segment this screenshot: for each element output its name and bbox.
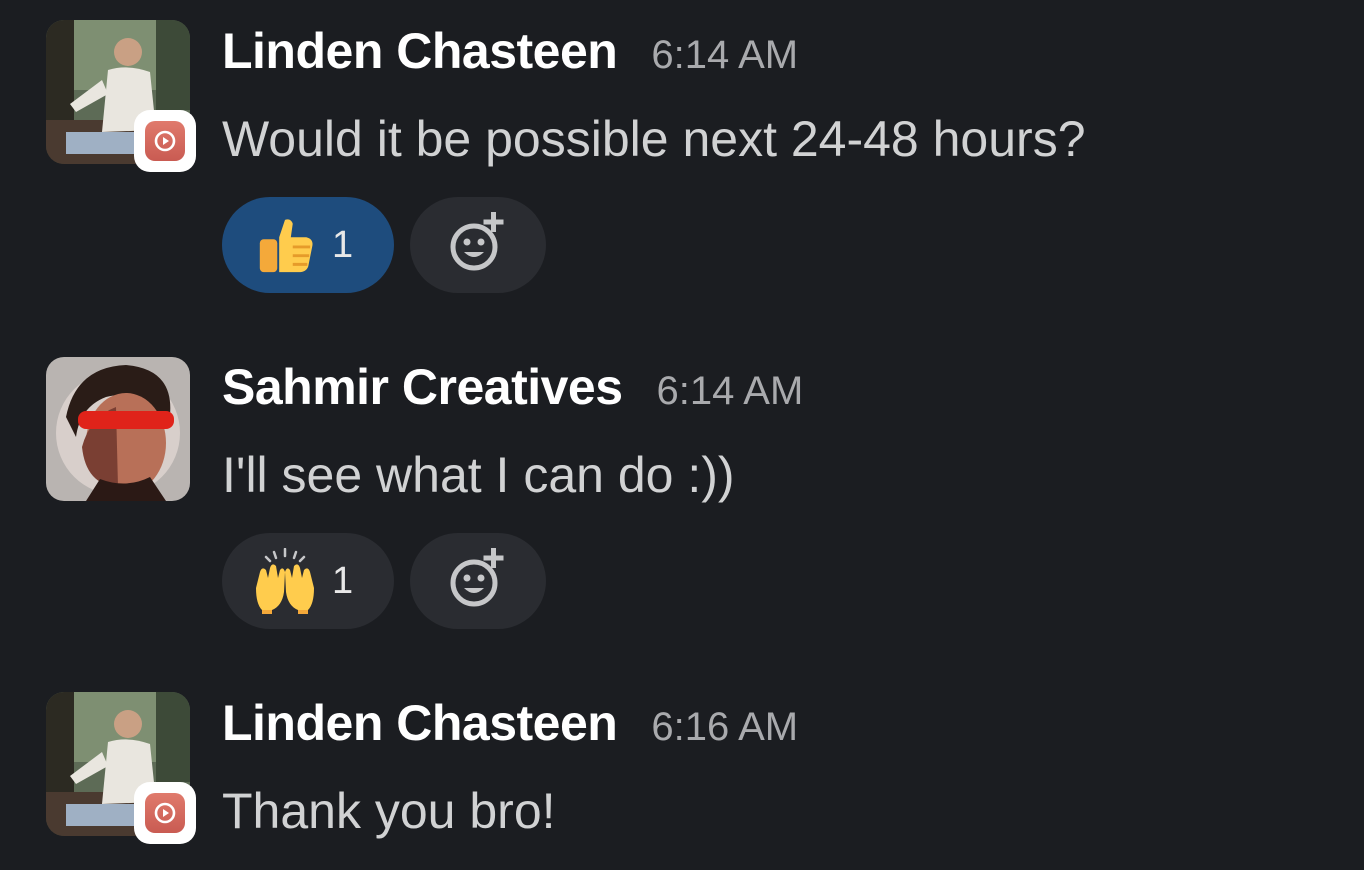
message-timestamp[interactable]: 6:16 AM	[651, 705, 798, 750]
reaction-count: 1	[332, 559, 354, 602]
message-timestamp[interactable]: 6:14 AM	[657, 369, 804, 414]
reaction-count: 1	[332, 223, 354, 266]
add-reaction-icon	[445, 210, 511, 281]
sender-name[interactable]: Linden Chasteen	[222, 22, 618, 80]
message-header: Linden Chasteen 6:16 AM	[222, 694, 798, 752]
avatar-sahmir[interactable]	[46, 357, 190, 501]
message-text: Thank you bro!	[222, 783, 556, 839]
reaction-raised-hands[interactable]: 1	[222, 533, 394, 629]
message-header: Sahmir Creatives 6:14 AM	[222, 358, 803, 416]
message-text: I'll see what I can do :))	[222, 447, 735, 503]
play-badge-icon	[134, 110, 196, 172]
add-reaction-button[interactable]	[410, 197, 546, 293]
add-reaction-icon	[445, 546, 511, 617]
message-header: Linden Chasteen 6:14 AM	[222, 22, 798, 80]
sender-name[interactable]: Sahmir Creatives	[222, 358, 623, 416]
play-badge-icon	[134, 782, 196, 844]
thumbs-up-icon	[252, 212, 318, 278]
message-text: Would it be possible next 24-48 hours?	[222, 111, 1086, 167]
raised-hands-icon	[252, 548, 318, 614]
reaction-thumbs-up[interactable]: 1	[222, 197, 394, 293]
add-reaction-button[interactable]	[410, 533, 546, 629]
sender-name[interactable]: Linden Chasteen	[222, 694, 618, 752]
message-timestamp[interactable]: 6:14 AM	[651, 33, 798, 78]
